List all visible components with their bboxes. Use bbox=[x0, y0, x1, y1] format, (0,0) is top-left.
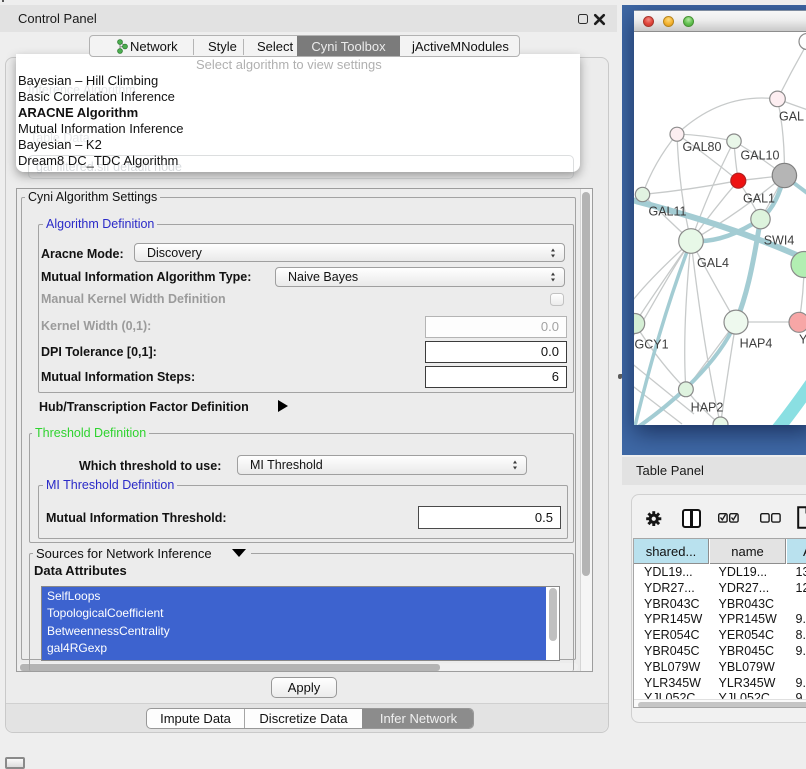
svg-text:SWI4: SWI4 bbox=[764, 233, 795, 247]
svg-text:GAL10: GAL10 bbox=[741, 148, 780, 162]
svg-text:GAL80: GAL80 bbox=[683, 139, 722, 153]
svg-text:GCY1: GCY1 bbox=[635, 337, 669, 351]
svg-text:HAP2: HAP2 bbox=[691, 400, 724, 414]
svg-text:GAL: GAL bbox=[779, 109, 804, 123]
svg-text:Y: Y bbox=[799, 332, 806, 346]
svg-text:GAL1: GAL1 bbox=[743, 191, 775, 205]
svg-text:GAL4: GAL4 bbox=[697, 256, 729, 270]
svg-text:GAL11: GAL11 bbox=[649, 204, 687, 218]
svg-text:HAP4: HAP4 bbox=[740, 336, 773, 350]
